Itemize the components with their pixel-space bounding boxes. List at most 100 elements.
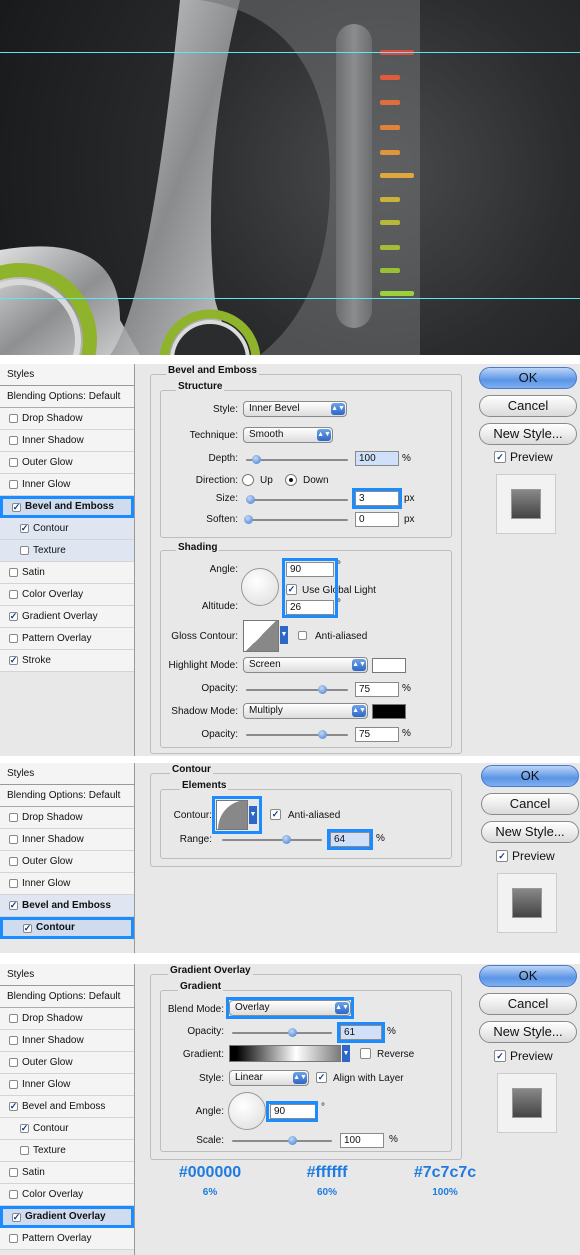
- direction-up-radio[interactable]: [242, 474, 254, 486]
- angle-input[interactable]: 90: [270, 1104, 316, 1119]
- gradient-arrow-icon[interactable]: ▼: [342, 1045, 350, 1062]
- cancel-button[interactable]: Cancel: [481, 793, 579, 815]
- depth-input[interactable]: 100: [355, 451, 399, 466]
- ok-button[interactable]: OK: [479, 965, 577, 987]
- slider-knob[interactable]: [318, 730, 327, 739]
- checkbox[interactable]: [9, 1036, 18, 1045]
- sidebar-item-inner-glow[interactable]: Inner Glow: [0, 1074, 134, 1096]
- scale-slider[interactable]: [232, 1136, 332, 1145]
- reverse-checkbox[interactable]: [360, 1048, 371, 1059]
- opacity-input[interactable]: 61: [340, 1025, 382, 1040]
- slider-knob[interactable]: [288, 1136, 297, 1145]
- slider-knob[interactable]: [282, 835, 291, 844]
- checkbox-checked[interactable]: ✓: [12, 502, 21, 512]
- sidebar-item-inner-glow[interactable]: Inner Glow: [0, 474, 134, 496]
- sidebar-item-texture[interactable]: Texture: [0, 540, 134, 562]
- sidebar-item-color-overlay[interactable]: Color Overlay: [0, 584, 134, 606]
- checkbox-checked[interactable]: ✓: [9, 656, 18, 665]
- angle-dial[interactable]: [228, 1092, 266, 1130]
- sidebar-item-gradient-overlay[interactable]: ✓ Gradient Overlay: [0, 606, 134, 628]
- sidebar-item-inner-shadow[interactable]: Inner Shadow: [0, 829, 134, 851]
- blending-options[interactable]: Blending Options: Default: [0, 986, 134, 1008]
- new-style-button[interactable]: New Style...: [481, 821, 579, 843]
- soften-slider[interactable]: [244, 515, 348, 524]
- contour-arrow-icon[interactable]: ▼: [249, 806, 257, 824]
- checkbox-checked[interactable]: ✓: [12, 1212, 21, 1222]
- gradient-swatch[interactable]: [229, 1045, 341, 1062]
- cancel-button[interactable]: Cancel: [479, 395, 577, 417]
- checkbox[interactable]: [9, 634, 18, 643]
- style-select[interactable]: Inner Bevel ▲▼: [243, 401, 347, 417]
- sidebar-item-gradient-overlay[interactable]: ✓ Gradient Overlay: [0, 1206, 134, 1228]
- sidebar-item-stroke[interactable]: ✓ Stroke: [0, 650, 134, 672]
- range-slider[interactable]: [222, 835, 322, 844]
- checkbox[interactable]: [9, 480, 18, 489]
- sidebar-item-outer-glow[interactable]: Outer Glow: [0, 851, 134, 873]
- checkbox-checked[interactable]: ✓: [9, 901, 18, 910]
- range-input[interactable]: 64: [330, 832, 370, 847]
- size-slider[interactable]: [246, 495, 348, 504]
- new-style-button[interactable]: New Style...: [479, 423, 577, 445]
- styles-header[interactable]: Styles: [0, 364, 134, 386]
- checkbox[interactable]: [9, 568, 18, 577]
- angle-input[interactable]: 90: [286, 562, 334, 577]
- checkbox-checked[interactable]: ✓: [20, 524, 29, 533]
- blending-options[interactable]: Blending Options: Default: [0, 785, 134, 807]
- checkbox-checked[interactable]: ✓: [9, 612, 18, 621]
- slider-knob[interactable]: [244, 515, 253, 524]
- sidebar-item-color-overlay[interactable]: Color Overlay: [0, 1184, 134, 1206]
- preview-checkbox[interactable]: ✓: [496, 850, 508, 862]
- sidebar-item-contour[interactable]: ✓ Contour: [0, 1118, 134, 1140]
- gloss-contour-arrow-icon[interactable]: ▼: [280, 626, 288, 644]
- preview-checkbox[interactable]: ✓: [494, 1050, 506, 1062]
- sidebar-item-inner-shadow[interactable]: Inner Shadow: [0, 430, 134, 452]
- sidebar-item-bevel-emboss[interactable]: ✓ Bevel and Emboss: [0, 496, 134, 518]
- gloss-contour-swatch[interactable]: [243, 620, 279, 652]
- ok-button[interactable]: OK: [481, 765, 579, 787]
- depth-slider[interactable]: [246, 455, 348, 464]
- gradient-style-select[interactable]: Linear ▲▼: [229, 1070, 309, 1086]
- sidebar-item-outer-glow[interactable]: Outer Glow: [0, 452, 134, 474]
- shadow-color-swatch[interactable]: [372, 704, 406, 719]
- blending-options[interactable]: Blending Options: Default: [0, 386, 134, 408]
- checkbox[interactable]: [9, 458, 18, 467]
- checkbox[interactable]: [9, 857, 18, 866]
- sidebar-item-inner-glow[interactable]: Inner Glow: [0, 873, 134, 895]
- altitude-input[interactable]: 26: [286, 600, 334, 615]
- anti-aliased-checkbox[interactable]: [298, 631, 307, 640]
- highlight-color-swatch[interactable]: [372, 658, 406, 673]
- blend-mode-select[interactable]: Overlay ▲▼: [229, 1000, 351, 1016]
- shadow-opacity-slider[interactable]: [246, 730, 348, 739]
- anti-aliased-checkbox[interactable]: ✓: [270, 809, 281, 820]
- sidebar-item-drop-shadow[interactable]: Drop Shadow: [0, 807, 134, 829]
- preview-toggle[interactable]: ✓ Preview: [494, 1049, 553, 1063]
- sidebar-item-texture[interactable]: Texture: [0, 1140, 134, 1162]
- align-with-layer-checkbox[interactable]: ✓: [316, 1072, 327, 1083]
- checkbox-checked[interactable]: ✓: [20, 1124, 29, 1133]
- sidebar-item-satin[interactable]: Satin: [0, 562, 134, 584]
- styles-header[interactable]: Styles: [0, 964, 134, 986]
- sidebar-item-contour[interactable]: ✓ Contour: [0, 518, 134, 540]
- global-light-checkbox[interactable]: ✓: [286, 584, 297, 595]
- sidebar-item-outer-glow[interactable]: Outer Glow: [0, 1052, 134, 1074]
- checkbox[interactable]: [9, 1080, 18, 1089]
- preview-toggle[interactable]: ✓ Preview: [494, 450, 553, 464]
- sidebar-item-bevel-emboss[interactable]: ✓ Bevel and Emboss: [0, 1096, 134, 1118]
- sidebar-item-inner-shadow[interactable]: Inner Shadow: [0, 1030, 134, 1052]
- sidebar-item-satin[interactable]: Satin: [0, 1162, 134, 1184]
- checkbox-checked[interactable]: ✓: [9, 1102, 18, 1111]
- checkbox[interactable]: [9, 835, 18, 844]
- checkbox[interactable]: [9, 590, 18, 599]
- checkbox[interactable]: [9, 813, 18, 822]
- preview-checkbox[interactable]: ✓: [494, 451, 506, 463]
- checkbox[interactable]: [9, 1234, 18, 1243]
- highlight-opacity-slider[interactable]: [246, 685, 348, 694]
- sidebar-item-pattern-overlay[interactable]: Pattern Overlay: [0, 628, 134, 650]
- checkbox[interactable]: [9, 879, 18, 888]
- checkbox[interactable]: [9, 1190, 18, 1199]
- ok-button[interactable]: OK: [479, 367, 577, 389]
- shadow-opacity-input[interactable]: 75: [355, 727, 399, 742]
- highlight-mode-select[interactable]: Screen ▲▼: [243, 657, 368, 673]
- checkbox[interactable]: [20, 1146, 29, 1155]
- soften-input[interactable]: 0: [355, 512, 399, 527]
